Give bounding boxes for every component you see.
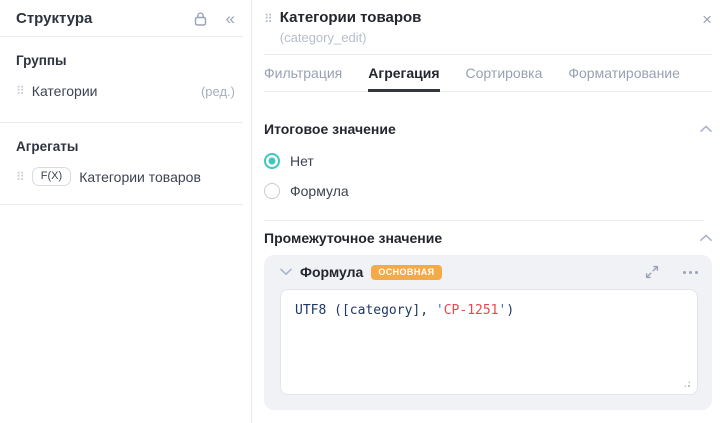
aggregate-item-categories[interactable]: ⠿ F(X) Категории товаров bbox=[16, 167, 235, 186]
settings-tabs: Фильтрация Агрегация Сортировка Форматир… bbox=[264, 55, 712, 92]
more-options-icon[interactable] bbox=[683, 267, 698, 278]
drag-handle-icon[interactable]: ⠿ bbox=[16, 85, 25, 97]
chevron-up-icon[interactable] bbox=[700, 125, 712, 133]
formula-card-title: Формула bbox=[300, 264, 364, 280]
field-settings-panel: ⠿ Категории товаров (category_edit) × Фи… bbox=[252, 0, 724, 423]
panel-titles: Категории товаров (category_edit) bbox=[280, 9, 702, 45]
formula-card-header: Формула ОСНОВНАЯ bbox=[280, 264, 698, 280]
sidebar-divider bbox=[0, 36, 243, 37]
field-editor-window: Структура « Группы ⠿ Категории (ред.) Аг… bbox=[0, 0, 724, 423]
collapse-sidebar-icon[interactable]: « bbox=[226, 10, 235, 27]
radio-label: Нет bbox=[290, 153, 314, 169]
structure-sidebar: Структура « Группы ⠿ Категории (ред.) Аг… bbox=[0, 0, 252, 423]
drag-handle-icon[interactable]: ⠿ bbox=[16, 171, 25, 183]
intermediate-value-heading: Промежуточное значение bbox=[264, 230, 443, 246]
code-token: ' bbox=[435, 303, 444, 318]
group-item-categories[interactable]: ⠿ Категории (ред.) bbox=[16, 83, 235, 99]
panel-header: ⠿ Категории товаров (category_edit) × bbox=[264, 0, 712, 45]
formula-type-badge: F(X) bbox=[31, 167, 72, 186]
tab-sorting[interactable]: Сортировка bbox=[466, 55, 543, 92]
panel-subtitle: (category_edit) bbox=[279, 30, 367, 45]
group-item-label: Категории bbox=[31, 83, 98, 99]
total-value-heading: Итоговое значение bbox=[264, 121, 396, 137]
radio-unselected-icon[interactable] bbox=[264, 183, 280, 199]
drag-handle-icon[interactable]: ⠿ bbox=[264, 12, 273, 26]
formula-card: Формула ОСНОВНАЯ UTF8 ([category], 'CP-1… bbox=[264, 255, 712, 410]
panel-title: Категории товаров bbox=[279, 9, 422, 26]
chevron-down-icon[interactable] bbox=[280, 268, 292, 276]
radio-selected-icon[interactable] bbox=[264, 153, 280, 169]
tab-formatting[interactable]: Форматирование bbox=[568, 55, 680, 92]
panel-divider bbox=[264, 220, 704, 221]
aggregate-item-label: Категории товаров bbox=[79, 168, 201, 185]
radio-label: Формула bbox=[290, 183, 349, 199]
radio-option-formula[interactable]: Формула bbox=[264, 183, 712, 199]
primary-badge: ОСНОВНАЯ bbox=[371, 264, 442, 280]
code-token: CP-1251 bbox=[443, 303, 499, 318]
sidebar-divider bbox=[0, 122, 243, 123]
aggregates-section-heading: Агрегаты bbox=[16, 139, 79, 154]
edited-badge: (ред.) bbox=[200, 83, 235, 99]
tab-filtering[interactable]: Фильтрация bbox=[264, 55, 342, 92]
lock-icon[interactable] bbox=[193, 11, 208, 27]
chevron-up-icon[interactable] bbox=[700, 234, 712, 242]
total-value-section-header: Итоговое значение bbox=[264, 121, 712, 137]
sidebar-title: Структура bbox=[16, 10, 93, 27]
expand-icon[interactable] bbox=[645, 265, 659, 279]
groups-section-heading: Группы bbox=[16, 53, 67, 68]
sidebar-header: Структура « bbox=[0, 0, 251, 36]
tab-aggregation[interactable]: Агрегация bbox=[368, 55, 440, 92]
formula-code-editor[interactable]: UTF8 ([category], 'CP-1251') bbox=[280, 289, 698, 395]
code-token: ) bbox=[506, 303, 515, 318]
close-icon[interactable]: × bbox=[702, 11, 712, 28]
resize-grip-icon[interactable] bbox=[682, 379, 692, 389]
radio-option-none[interactable]: Нет bbox=[264, 153, 712, 169]
code-token: UTF8 ([category], bbox=[295, 303, 436, 318]
sidebar-divider bbox=[0, 204, 243, 205]
intermediate-value-section-header: Промежуточное значение bbox=[264, 230, 712, 246]
